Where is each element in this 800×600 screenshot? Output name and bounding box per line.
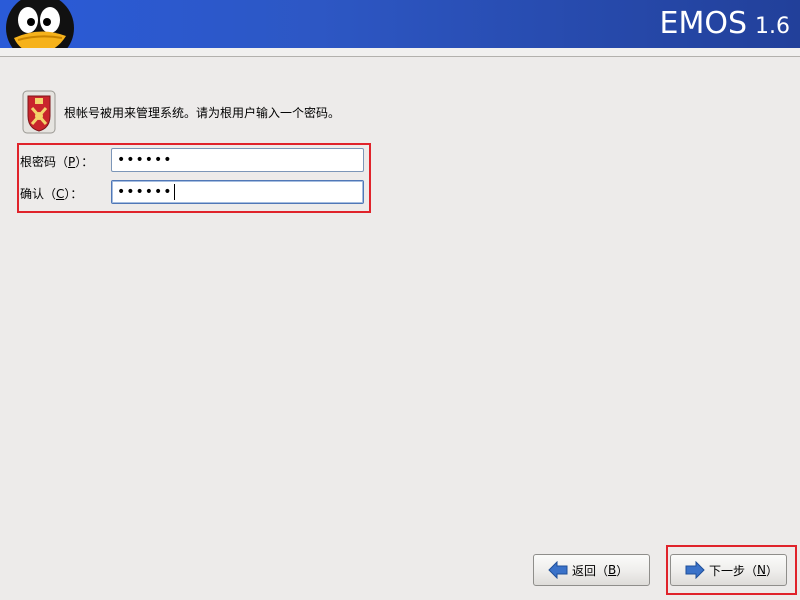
root-password-label: 根密码（P）： [20,153,93,170]
penguin-logo-icon [6,0,74,48]
back-button-label-mnemonic: B [608,563,617,577]
root-password-value: •••••• [117,152,173,168]
brand-name: EMOS [659,6,748,41]
text-caret [173,184,175,200]
brand: EMOS 1.6 [660,6,791,41]
next-button-label-mnemonic: N [757,563,766,577]
back-button[interactable]: 返回（ B） [533,554,650,586]
confirm-password-label-prefix: 确认（ [20,187,57,201]
back-button-label-prefix: 返回（ [572,563,609,578]
left-arrow-icon [548,561,568,579]
intro: 根帐号被用来管理系统。请为根用户输入一个密码。 [22,90,340,134]
next-button-label-prefix: 下一步（ [709,563,758,578]
intro-text: 根帐号被用来管理系统。请为根用户输入一个密码。 [64,105,341,120]
back-button-label-suffix: ） [616,563,629,578]
root-password-label-prefix: 根密码（ [20,155,69,169]
confirm-password-label-suffix: ）： [64,187,83,201]
brand-version: 1.6 [755,14,790,39]
security-shield-icon [22,90,56,134]
header-banner: EMOS 1.6 [0,0,800,48]
confirm-password-value: •••••• [117,184,173,200]
right-arrow-icon [685,561,705,579]
header-divider [0,48,800,57]
root-password-input[interactable]: •••••• [111,148,364,172]
confirm-password-label: 确认（C）： [20,185,82,202]
next-button[interactable]: 下一步（ N） [670,554,787,586]
next-button-label-suffix: ） [766,563,779,578]
root-password-label-suffix: ）： [75,155,94,169]
confirm-password-input[interactable]: •••••• [111,180,364,204]
